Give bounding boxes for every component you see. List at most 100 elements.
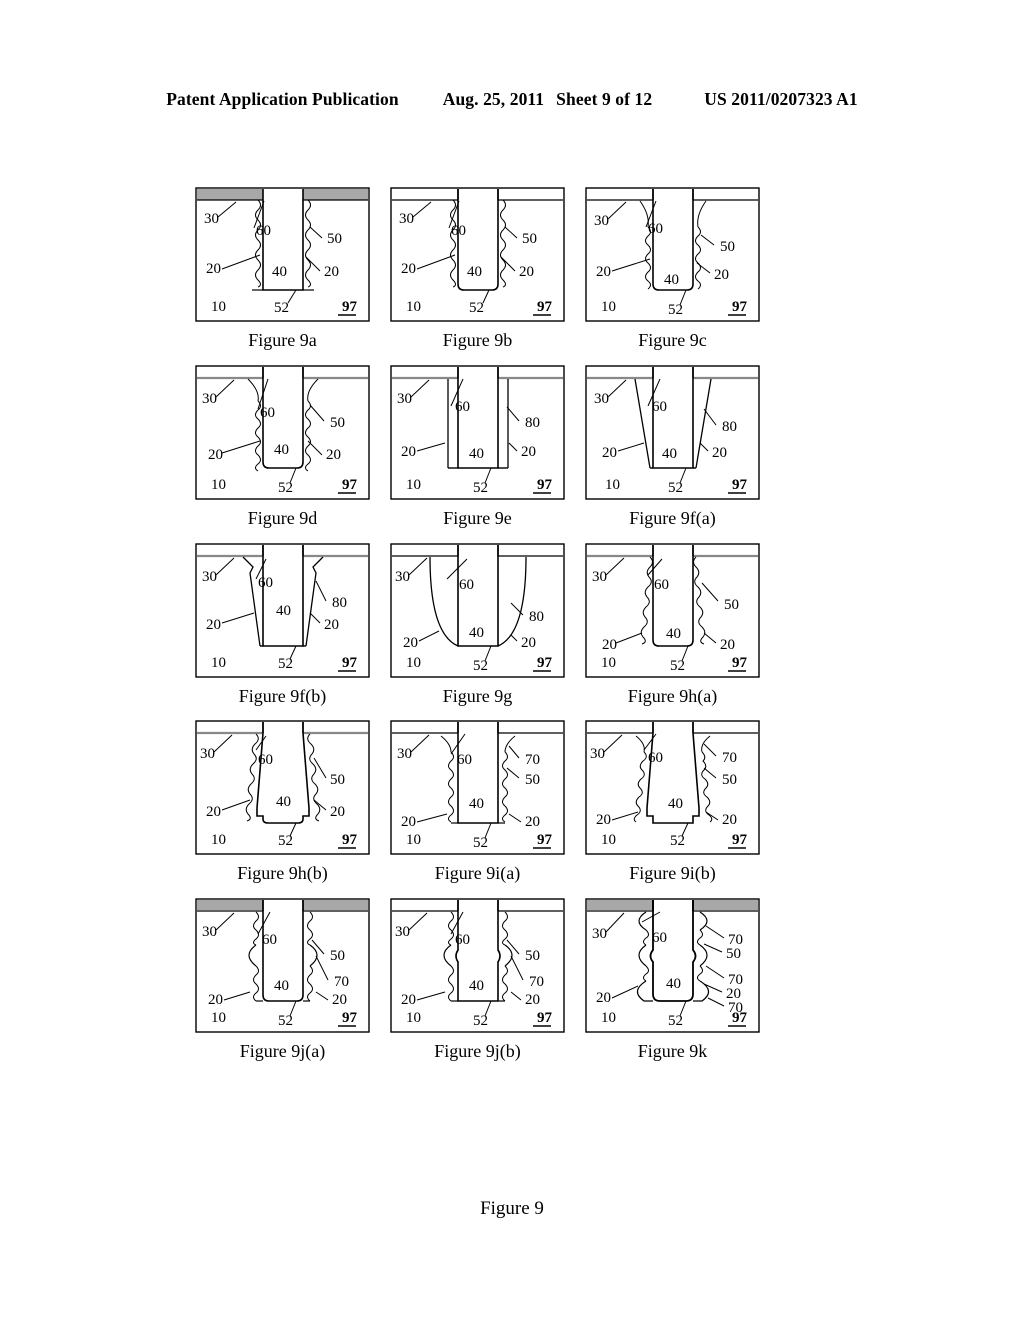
figure-grid: 30 60 50 20 40 20 10 52 97 Figure 9a 30 … [190,183,790,1072]
ref-numeral-30: 30 [395,569,410,585]
ref-numeral-40: 40 [469,446,484,462]
ref-numeral-20: 20 [712,445,727,461]
ref-numeral-40: 40 [662,446,677,462]
ref-numeral-40: 40 [272,264,287,280]
ref-numeral-10: 10 [211,299,226,315]
ref-numeral-97: 97 [537,477,553,493]
ref-numeral-52: 52 [274,300,289,316]
ref-numeral-80: 80 [529,609,544,625]
ref-numeral-30: 30 [397,746,412,762]
ref-numeral-20: 20 [521,635,536,651]
figure-drawing-9ha: 30 60 50 20 40 20 10 52 97 [585,542,760,678]
ref-numeral-10: 10 [406,1010,421,1026]
ref-numeral-60: 60 [648,750,663,766]
ref-numeral-10: 10 [406,299,421,315]
ref-numeral-80: 80 [525,415,540,431]
figure-drawing-9k: 30 60 70507020 20704010 52 97 [585,898,760,1033]
ref-numeral-60: 60 [455,399,470,415]
figure-caption-9c: Figure 9c [638,330,707,350]
figure-panel-9g: 30 60 80 20 40 20 10 52 97 Figure 9g [385,539,570,707]
ref-numeral-30: 30 [594,213,609,229]
ref-numeral-52: 52 [278,833,293,849]
ref-numeral-60: 60 [459,577,474,593]
ref-numeral-50: 50 [722,772,737,788]
figure-drawing-9a: 30 60 50 20 40 20 10 52 97 [195,187,370,322]
ref-numeral-50: 50 [525,772,540,788]
ref-numeral-30: 30 [204,211,219,227]
figure-panel-9hb: 30 60 50 20 40 20 10 52 97 Figure 9h(b) [190,716,375,884]
ref-numeral-30: 30 [202,924,217,940]
ref-numeral-30: 30 [200,746,215,762]
figure-labels-9e: 30 60 80 20 40 20 10 52 97 [397,391,553,496]
ref-numeral-40: 40 [666,626,681,642]
ref-numeral-60: 60 [652,399,667,415]
ref-numeral-97: 97 [342,832,358,848]
figure-drawing-9e: 30 60 80 20 40 20 10 52 97 [390,365,565,500]
page-header: Patent Application Publication Aug. 25, … [0,84,1024,114]
ref-numeral-20: 20 [206,617,221,633]
ref-numeral-52: 52 [278,480,293,496]
figure-panel-9ia: 30 60 70 50 20 40 20 10 52 97 Figure 9i(a) [385,716,570,884]
header-publication-label: Patent Application Publication [166,88,399,109]
figure-panel-9a: 30 60 50 20 40 20 10 52 97 Figure 9a [190,183,375,351]
figure-labels-9c: 30 60 50 20 40 20 10 52 97 [594,213,748,318]
figure-caption-9ha: Figure 9h(a) [627,685,718,706]
ref-numeral-10: 10 [601,832,616,848]
ref-numeral-50: 50 [525,948,540,964]
ref-numeral-97: 97 [732,1010,748,1026]
ref-numeral-20: 20 [403,635,418,651]
figure-drawing-9hb: 30 60 50 20 40 20 10 52 97 [195,720,370,856]
ref-numeral-20: 20 [401,444,416,460]
figure-drawing-9c: 30 60 50 20 40 20 10 52 97 [585,187,760,322]
figure-row-4: 30 60 50 20 40 20 10 52 97 Figure 9h(b) [190,716,790,884]
figure-drawing-9b: 30 60 50 20 40 20 10 52 97 [390,187,565,322]
ref-numeral-20: 20 [720,637,735,653]
ref-numeral-97: 97 [732,477,748,493]
ref-numeral-97: 97 [732,832,748,848]
ref-numeral-10: 10 [406,832,421,848]
ref-numeral-20: 20 [525,814,540,830]
figure-drawing-9fa: 30 60 80 20 40 20 10 52 97 [585,365,760,500]
ref-numeral-10: 10 [406,655,421,671]
ref-numeral-50: 50 [330,415,345,431]
ref-numeral-40: 40 [668,796,683,812]
ref-numeral-10: 10 [211,832,226,848]
figure-panel-9ja: 30 60 50 70 20 40 20 10 52 97 Figure 9j(a) [190,894,375,1062]
header-publication-number: US 2011/0207323 A1 [704,88,858,109]
ref-numeral-97: 97 [732,299,748,315]
ref-numeral-20: 20 [401,261,416,277]
ref-numeral-20: 20 [208,447,223,463]
figure-caption-9jb: Figure 9j(b) [434,1041,521,1062]
figure-panel-9c: 30 60 50 20 40 20 10 52 97 Figure 9c [580,183,765,351]
figure-labels-9b: 30 60 50 20 40 20 10 52 97 [399,211,553,316]
ref-numeral-10: 10 [601,655,616,671]
ref-numeral-30: 30 [590,746,605,762]
ref-numeral-10: 10 [211,655,226,671]
ref-numeral-60: 60 [654,577,669,593]
figure-drawing-9jb: 30 60 50 70 20 40 20 10 52 97 [390,898,565,1033]
ref-numeral-20: 20 [722,812,737,828]
ref-numeral-70: 70 [722,750,737,766]
figure-panel-9fb: 30 60 80 20 40 20 10 52 97 Figure 9f(b) [190,539,375,707]
ref-numeral-52: 52 [668,302,683,318]
figure-caption-9fa: Figure 9f(a) [629,507,716,528]
figure-panel-9k: 30 60 70 50 70 20 20 70 40 10 52 97 Figure 9k [580,894,765,1062]
ref-numeral-70: 70 [334,974,349,990]
ref-numeral-20: 20 [602,445,617,461]
ref-numeral-30: 30 [397,391,412,407]
figure-caption-9ja: Figure 9j(a) [239,1041,326,1062]
ref-numeral-20: 20 [714,267,729,283]
ref-numeral-50: 50 [522,231,537,247]
figure-labels-9ja: 30 60 50 70 20 40 20 10 52 97 [202,924,358,1029]
ref-numeral-97: 97 [342,655,358,671]
header-date: Aug. 25, 2011 [442,88,545,109]
ref-numeral-20: 20 [596,264,611,280]
ref-numeral-40: 40 [469,796,484,812]
ref-numeral-20: 20 [401,814,416,830]
ref-numeral-20: 20 [326,447,341,463]
ref-numeral-40: 40 [469,978,484,994]
ref-numeral-40: 40 [664,272,679,288]
ref-numeral-52: 52 [278,1013,293,1029]
ref-numeral-20: 20 [208,992,223,1008]
ref-numeral-60: 60 [258,752,273,768]
